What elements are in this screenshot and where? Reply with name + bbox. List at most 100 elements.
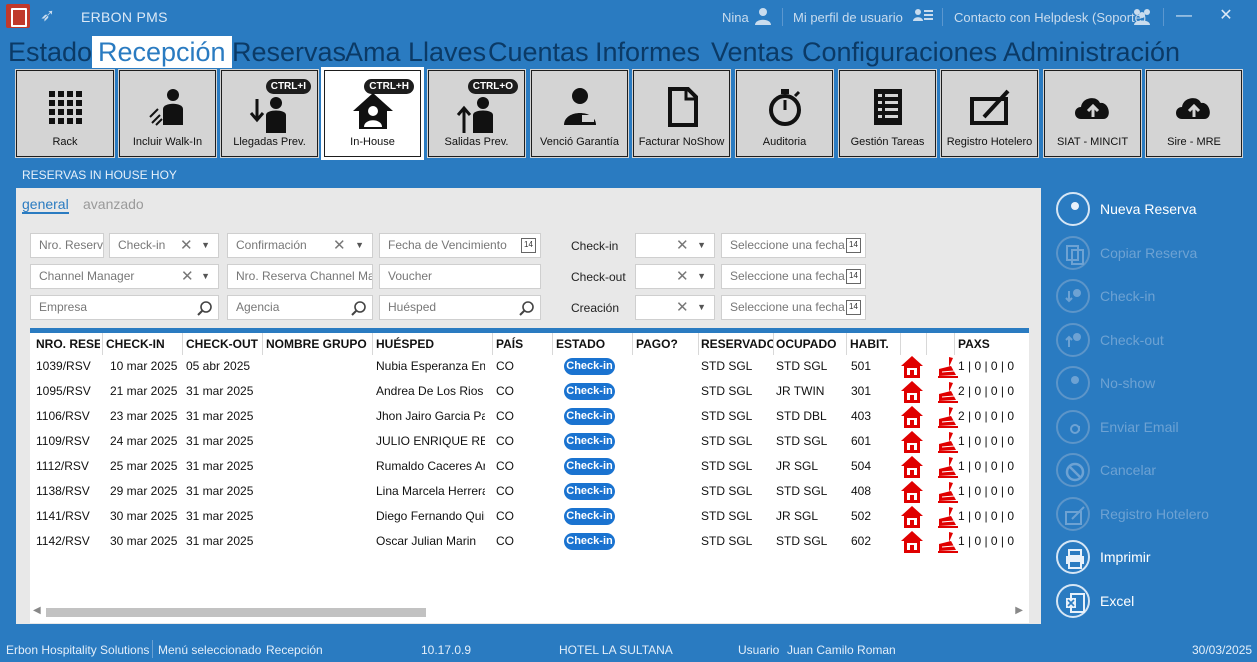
team-icon[interactable]	[1131, 6, 1153, 26]
task-management-button[interactable]: Gestión Tareas	[838, 69, 937, 158]
house-icon[interactable]	[900, 380, 924, 404]
rocket-icon[interactable]: ➶	[40, 5, 55, 26]
in-house-button[interactable]: CTRL+H In-House	[321, 67, 424, 160]
header-nro-reserva[interactable]: NRO. RESERVA	[36, 337, 100, 351]
enviar-email-action[interactable]: Enviar Email	[1056, 408, 1256, 444]
arrivals-button[interactable]: CTRL+I Llegadas Prev.	[220, 69, 319, 158]
check-in-action[interactable]: Check-in	[1056, 277, 1256, 313]
housekeeping-icon[interactable]	[936, 455, 960, 479]
profile-icon[interactable]	[912, 6, 934, 26]
house-icon[interactable]	[900, 430, 924, 454]
chevron-down-icon[interactable]: ▼	[355, 234, 364, 257]
user-name[interactable]: Nina	[722, 10, 749, 25]
registro-hotelero-action[interactable]: Registro Hotelero	[1056, 495, 1256, 531]
menu-informes[interactable]: Informes	[595, 36, 700, 68]
header-habit[interactable]: HABIT.	[850, 337, 900, 351]
invoice-noshow-button[interactable]: Facturar NoShow	[632, 69, 731, 158]
menu-reservas[interactable]: Reservas	[232, 36, 346, 68]
menu-configuraciones[interactable]: Configuraciones	[802, 36, 997, 68]
guarantee-expired-button[interactable]: Venció Garantía	[530, 69, 629, 158]
calendar-icon[interactable]: 14	[521, 238, 536, 253]
audit-button[interactable]: Auditoria	[735, 69, 834, 158]
housekeeping-icon[interactable]	[936, 505, 960, 529]
checkin-date-input[interactable]: Seleccione una fecha 14	[721, 233, 866, 258]
status-badge[interactable]: Check-in	[564, 358, 615, 375]
status-badge[interactable]: Check-in	[564, 458, 615, 475]
menu-ama-llaves[interactable]: Ama Llaves	[345, 36, 486, 68]
hotel-register-button[interactable]: Registro Hotelero	[940, 69, 1039, 158]
reservation-number-input[interactable]: Nro. Reserva	[30, 233, 104, 258]
checkin-option-select[interactable]: ✕ ▼	[635, 233, 715, 258]
helpdesk-link[interactable]: Contacto con Helpdesk (Soporte)	[954, 10, 1146, 25]
nueva-reserva-action[interactable]: Nueva Reserva	[1056, 190, 1256, 226]
rack-button[interactable]: Rack	[15, 69, 115, 158]
channel-manager-select[interactable]: Channel Manager ✕ ▼	[30, 264, 219, 289]
housekeeping-icon[interactable]	[936, 530, 960, 554]
search-icon[interactable]	[351, 300, 367, 316]
calendar-icon[interactable]: 14	[846, 238, 861, 253]
excel-action[interactable]: Excel	[1056, 582, 1256, 618]
voucher-input[interactable]: Voucher	[379, 264, 541, 289]
header-estado[interactable]: ESTADO	[556, 337, 630, 351]
house-icon[interactable]	[900, 405, 924, 429]
housekeeping-icon[interactable]	[936, 355, 960, 379]
imprimir-action[interactable]: Imprimir	[1056, 538, 1256, 574]
status-badge[interactable]: Check-in	[564, 408, 615, 425]
header-ocupado[interactable]: OCUPADO	[776, 337, 846, 351]
confirmation-select[interactable]: Confirmación ✕ ▼	[227, 233, 373, 258]
profile-link[interactable]: Mi perfil de usuario	[793, 10, 903, 25]
chevron-down-icon[interactable]: ▼	[697, 265, 706, 288]
clear-icon[interactable]: ✕	[676, 265, 689, 288]
status-badge[interactable]: Check-in	[564, 533, 615, 550]
table-row[interactable]: 1138/RSV 29 mar 2025 31 mar 2025 Lina Marce…	[30, 479, 1029, 504]
creation-date-input[interactable]: Seleccione una fecha 14	[721, 295, 866, 320]
header-pais[interactable]: PAÍS	[496, 337, 550, 351]
minimize-button[interactable]: —	[1174, 6, 1194, 26]
table-row[interactable]: 1112/RSV 25 mar 2025 31 mar 2025 Rumaldo Ca…	[30, 454, 1029, 479]
menu-cuentas[interactable]: Cuentas	[488, 36, 589, 68]
close-button[interactable]: ✕	[1216, 6, 1236, 26]
checkout-date-input[interactable]: Seleccione una fecha 14	[721, 264, 866, 289]
header-checkin[interactable]: CHECK-IN	[106, 337, 180, 351]
calendar-icon[interactable]: 14	[846, 269, 861, 284]
agency-search-input[interactable]: Agencia	[227, 295, 373, 320]
status-badge[interactable]: Check-in	[564, 508, 615, 525]
horizontal-scrollbar[interactable]: ◀ ▶	[30, 604, 1029, 620]
expiration-date-input[interactable]: Fecha de Vencimiento 14	[379, 233, 541, 258]
clear-icon[interactable]: ✕	[333, 234, 346, 257]
walk-in-button[interactable]: Incluir Walk-In	[118, 69, 217, 158]
clear-icon[interactable]: ✕	[181, 265, 194, 288]
menu-recepcion[interactable]: Recepción	[92, 36, 232, 68]
table-row[interactable]: 1141/RSV 30 mar 2025 31 mar 2025 Diego Fern…	[30, 504, 1029, 529]
status-badge[interactable]: Check-in	[564, 383, 615, 400]
house-icon[interactable]	[900, 530, 924, 554]
checkout-option-select[interactable]: ✕ ▼	[635, 264, 715, 289]
header-nombre-grupo[interactable]: NOMBRE GRUPO	[266, 337, 370, 351]
header-pago[interactable]: PAGO?	[636, 337, 696, 351]
search-icon[interactable]	[197, 300, 213, 316]
tab-avanzado[interactable]: avanzado	[83, 196, 144, 212]
sire-mre-button[interactable]: Sire - MRE	[1145, 69, 1243, 158]
company-search-input[interactable]: Empresa	[30, 295, 219, 320]
menu-estado[interactable]: Estado	[8, 36, 92, 68]
status-badge[interactable]: Check-in	[564, 433, 615, 450]
housekeeping-icon[interactable]	[936, 405, 960, 429]
chevron-down-icon[interactable]: ▼	[201, 265, 210, 288]
table-row[interactable]: 1109/RSV 24 mar 2025 31 mar 2025 JULIO ENRI…	[30, 429, 1029, 454]
menu-administracion[interactable]: Administración	[1003, 36, 1180, 68]
housekeeping-icon[interactable]	[936, 430, 960, 454]
checkin-status-select[interactable]: Check-in ✕ ▼	[109, 233, 219, 258]
header-huesped[interactable]: HUÉSPED	[376, 337, 490, 351]
tab-general[interactable]: general	[22, 196, 69, 214]
chevron-down-icon[interactable]: ▼	[697, 234, 706, 257]
housekeeping-icon[interactable]	[936, 380, 960, 404]
house-icon[interactable]	[900, 455, 924, 479]
user-icon[interactable]	[752, 6, 774, 26]
clear-icon[interactable]: ✕	[676, 234, 689, 257]
scrollbar-thumb[interactable]	[46, 608, 426, 617]
no-show-action[interactable]: No-show	[1056, 364, 1256, 400]
scroll-left-icon[interactable]: ◀	[33, 605, 41, 616]
clear-icon[interactable]: ✕	[676, 296, 689, 319]
scroll-right-icon[interactable]: ▶	[1015, 605, 1023, 616]
status-badge[interactable]: Check-in	[564, 483, 615, 500]
